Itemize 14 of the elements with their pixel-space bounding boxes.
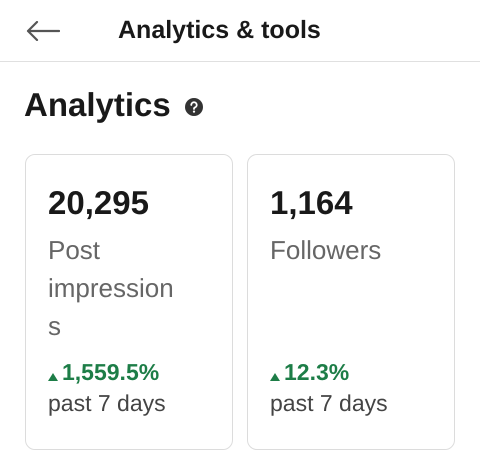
change-percent: 12.3% (284, 358, 350, 386)
period-label: past 7 days (270, 388, 389, 418)
stat-card[interactable]: 1,164 Followers 12.3% past 7 days (247, 154, 455, 450)
stat-value: 1,164 (270, 182, 354, 222)
stat-card[interactable]: 20,295 Post impressions 1,559.5% past 7 days (25, 154, 233, 450)
change-percent: 1,559.5% (62, 358, 160, 386)
period-label: past 7 days (48, 388, 167, 418)
stat-label: Post impressions (48, 234, 175, 342)
stat-label: Followers (270, 234, 382, 266)
stat-value: 20,295 (48, 182, 150, 222)
back-arrow-icon[interactable] (26, 20, 60, 40)
help-icon[interactable] (184, 98, 203, 116)
page-title: Analytics & tools (118, 14, 321, 46)
section-heading: Analytics (24, 85, 171, 125)
